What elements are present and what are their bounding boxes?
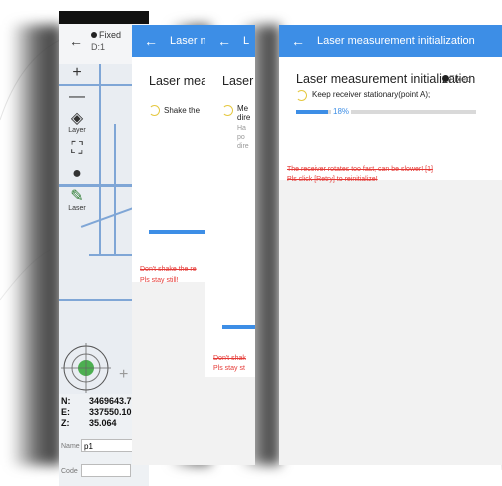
back-arrow-icon[interactable]: ← <box>144 25 158 57</box>
instruction-sub: Ha po dire <box>237 124 249 151</box>
back-arrow-icon[interactable]: ← <box>291 25 305 57</box>
zoom-in-icon[interactable]: + <box>64 65 90 81</box>
warning-line-2: Pls click [Retry] to reinitialize! <box>287 176 378 183</box>
progress-label: 18% <box>331 107 352 116</box>
back-arrow-icon[interactable]: ← <box>69 33 83 49</box>
card-header: ← Laser measurement initialization <box>279 25 502 57</box>
layer-icon[interactable]: ◈ Layer <box>64 110 90 135</box>
fix-status: Fixed <box>442 74 471 84</box>
zoom-in-glyph: + <box>72 64 82 81</box>
locate-icon[interactable]: ● <box>64 166 90 182</box>
warning-line-1: The receiver rotates too fast, can be sl… <box>287 166 433 173</box>
spinner-icon <box>149 105 160 116</box>
page-title: Laser meas <box>149 74 208 88</box>
progress-bar <box>149 230 208 234</box>
name-label: Name <box>61 443 80 450</box>
progress-fill <box>296 110 329 114</box>
card-panel: Laser measurement initialization Fixed K… <box>279 57 502 183</box>
laser-glyph: ✎ <box>70 188 84 205</box>
warning-line-2: Pls stay st <box>213 365 245 372</box>
fix-status: Fixed <box>91 30 121 40</box>
fullscreen-glyph: ⛶ <box>71 140 83 157</box>
laser-init-card-1: ← Laser me Laser meas Shake the Don't sh… <box>132 25 208 465</box>
position-marker <box>61 343 111 393</box>
progress-bar <box>222 325 255 329</box>
card-header: ← Laser me <box>132 25 208 57</box>
coord-z-label: Z: <box>61 418 70 428</box>
code-field[interactable] <box>81 464 131 477</box>
card-header: ← L <box>205 25 255 57</box>
header-title: Laser measurement initialization <box>317 35 475 47</box>
code-label: Code <box>61 468 78 475</box>
coord-z-value: 35.064 <box>89 418 117 428</box>
mode-label: D:1 <box>91 42 106 52</box>
crosshair-icon: + <box>119 366 129 383</box>
instruction-sub-line: dire <box>237 143 249 150</box>
instruction-text-2: dire <box>237 113 251 122</box>
coord-n-label: N: <box>61 396 71 406</box>
map-road <box>114 124 116 254</box>
status-dot-icon <box>91 32 97 38</box>
zoom-out-glyph: — <box>69 88 85 105</box>
spinner-icon <box>222 105 233 116</box>
coord-e-value: 337550.10 <box>89 407 132 417</box>
locate-glyph: ● <box>72 165 82 182</box>
instruction-sub-line: po <box>237 134 245 141</box>
fix-status-label: Fixed <box>449 74 472 84</box>
warning-line-1: Don't shake the re <box>140 266 197 273</box>
progress-bar <box>296 110 476 114</box>
instruction-sub-line: Ha <box>237 125 246 132</box>
instruction-text: Me <box>237 104 249 113</box>
spinner-icon <box>296 90 307 101</box>
warning-line-2: Pls stay still! <box>140 277 179 284</box>
coord-e: E: 337550.10 <box>61 407 132 417</box>
card-panel: Laser Me dire Ha po dire Don't shak Pls … <box>205 57 255 377</box>
status-dot-icon <box>442 75 449 82</box>
layer-glyph: ◈ <box>70 110 84 127</box>
laser-icon[interactable]: ✎ Laser <box>64 188 90 213</box>
status-bar <box>59 11 149 24</box>
instruction-text: Shake the <box>164 106 201 115</box>
back-arrow-icon[interactable]: ← <box>217 25 231 57</box>
warning-line-1: Don't shak <box>213 355 246 362</box>
coord-n-value: 3469643.7 <box>89 396 132 406</box>
instruction-text: Keep receiver stationary(point A); <box>312 90 431 99</box>
header-title: L <box>243 35 250 47</box>
coord-z: Z: 35.064 <box>61 418 117 428</box>
coord-n: N: 3469643.7 <box>61 396 132 406</box>
laser-init-card-3: ← Laser measurement initialization Laser… <box>279 25 502 465</box>
map-road <box>99 64 101 254</box>
layer-label: Layer <box>68 127 86 134</box>
card-shadow <box>10 25 62 465</box>
coord-e-label: E: <box>61 407 70 417</box>
fullscreen-icon[interactable]: ⛶ <box>64 141 90 157</box>
card-panel: Laser meas Shake the Don't shake the re … <box>132 57 208 284</box>
fix-status-label: Fixed <box>99 30 122 40</box>
laser-init-card-2: ← L Laser Me dire Ha po dire Don't shak … <box>205 25 255 465</box>
page-title: Laser <box>222 74 254 88</box>
laser-label: Laser <box>68 205 86 212</box>
header-title: Laser me <box>170 35 208 47</box>
zoom-out-icon[interactable]: — <box>64 89 90 105</box>
